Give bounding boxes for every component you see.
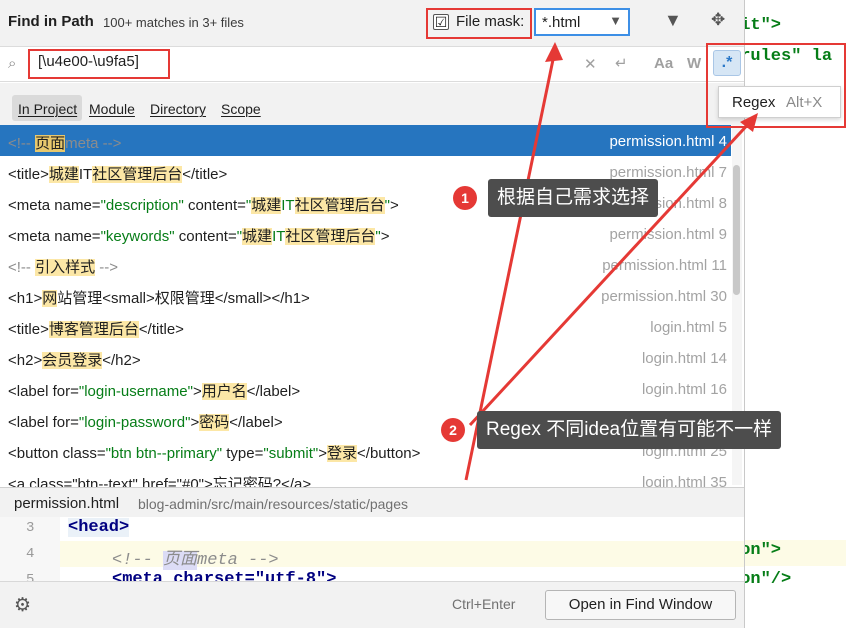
popup-title: Find in Path xyxy=(8,13,94,30)
file-mask-select[interactable]: *.html ▼ xyxy=(534,8,630,36)
result-location: login.html 35 xyxy=(641,474,727,487)
open-shortcut-hint: Ctrl+Enter xyxy=(452,596,516,612)
file-mask-checkbox[interactable]: ☑ xyxy=(433,14,449,30)
preview-line: <head> xyxy=(68,518,130,537)
annotation-callout-1: 根据自己需求选择 xyxy=(488,179,659,217)
match-count: 100+ matches in 3+ files xyxy=(103,15,244,30)
search-input[interactable]: [\u4e00-\u9fa5] xyxy=(38,53,139,70)
filter-icon[interactable]: ▼ xyxy=(664,10,682,31)
result-location: permission.html 30 xyxy=(601,288,727,305)
gear-icon[interactable]: ⚙ xyxy=(14,594,31,617)
annotation-callout-2: Regex 不同idea位置有可能不一样 xyxy=(477,411,782,449)
result-row[interactable]: <h2>会员登录</h2> login.html 14 xyxy=(0,342,731,373)
preview-file-path: blog-admin/src/main/resources/static/pag… xyxy=(138,496,409,512)
result-code: <button class="btn btn--primary" type="s… xyxy=(8,445,421,462)
annotation-badge-2: 2 xyxy=(441,418,465,442)
line-number: 4 xyxy=(26,546,35,562)
result-code: <h1>网站管理<small>权限管理</small></h1> xyxy=(8,290,310,307)
tooltip-label: Regex xyxy=(732,94,776,111)
result-code: <title>城建IT社区管理后台</title> xyxy=(8,166,228,183)
line-number: 5 xyxy=(26,572,35,581)
result-code: <!-- 页面meta --> xyxy=(8,135,122,152)
open-in-find-window-button[interactable]: Open in Find Window xyxy=(545,590,736,620)
result-code: <meta name="description" content="城建IT社区… xyxy=(8,197,399,214)
result-code: <label for="login-password">密码</label> xyxy=(8,414,283,431)
tooltip-shortcut: Alt+X xyxy=(786,94,823,111)
tab-in-project[interactable]: In Project xyxy=(18,101,77,117)
regex-tooltip: Regex Alt+X xyxy=(718,86,841,118)
result-code: <meta name="keywords" content="城建IT社区管理后… xyxy=(8,228,390,245)
whole-words-toggle[interactable]: W xyxy=(687,55,701,72)
result-row[interactable]: <title>博客管理后台</title> login.html 5 xyxy=(0,311,731,342)
result-row[interactable]: <!-- 引入样式 --> permission.html 11 xyxy=(0,249,731,280)
result-code: <a class="btn--text" href="#0">忘记密码?</a> xyxy=(8,476,312,487)
scope-tabs: In Project Module Directory Scope xyxy=(0,83,744,125)
preview-line: <!-- 页面meta --> xyxy=(112,551,279,570)
result-code: <!-- 引入样式 --> xyxy=(8,259,119,276)
result-code: <title>博客管理后台</title> xyxy=(8,321,184,338)
tab-scope[interactable]: Scope xyxy=(221,101,261,117)
new-line-icon[interactable]: ↵ xyxy=(615,54,628,72)
result-row[interactable]: <a class="btn--text" href="#0">忘记密码?</a>… xyxy=(0,466,731,487)
popup-footer: ⚙ Ctrl+Enter Open in Find Window xyxy=(0,581,744,628)
preview-file-name: permission.html xyxy=(14,495,120,512)
file-mask-value: *.html xyxy=(542,14,581,31)
match-case-toggle[interactable]: Aa xyxy=(654,55,673,72)
result-row[interactable]: <!-- 页面meta --> permission.html 4 xyxy=(0,125,731,156)
preview-line: <meta charset="utf-8"> xyxy=(112,570,337,581)
result-location: permission.html 9 xyxy=(609,226,727,243)
clear-icon[interactable]: ✕ xyxy=(584,55,597,73)
find-in-path-popup: Find in Path 100+ matches in 3+ files ☑ … xyxy=(0,0,745,628)
tab-module[interactable]: Module xyxy=(89,101,135,117)
result-location: login.html 16 xyxy=(641,381,727,398)
preview-path-bar: permission.html blog-admin/src/main/reso… xyxy=(0,487,744,517)
file-mask-label[interactable]: File mask: xyxy=(456,13,524,30)
search-icon: ⌕ xyxy=(8,55,17,72)
line-number: 3 xyxy=(26,520,35,536)
result-code: <h2>会员登录</h2> xyxy=(8,352,141,369)
result-location: login.html 14 xyxy=(641,350,727,367)
result-location: permission.html 4 xyxy=(609,133,727,150)
tab-directory[interactable]: Directory xyxy=(150,101,206,117)
annotation-badge-1: 1 xyxy=(453,186,477,210)
result-location: login.html 5 xyxy=(650,319,727,336)
result-row[interactable]: <h1>网站管理<small>权限管理</small></h1> permissi… xyxy=(0,280,731,311)
chevron-down-icon: ▼ xyxy=(609,13,622,28)
search-row: ⌕ [\u4e00-\u9fa5] ✕ ↵ Aa W xyxy=(0,46,744,82)
scroll-thumb[interactable] xyxy=(733,165,740,295)
result-row[interactable]: <meta name="keywords" content="城建IT社区管理后… xyxy=(0,218,731,249)
result-code: <label for="login-username">用户名</label> xyxy=(8,383,301,400)
pin-icon[interactable]: ✥ xyxy=(711,10,725,30)
code-preview[interactable]: 3 4 5 <head> <!-- 页面meta --> <meta chars… xyxy=(0,517,744,581)
popup-header[interactable]: Find in Path 100+ matches in 3+ files ☑ … xyxy=(0,0,744,46)
result-location: permission.html 11 xyxy=(602,257,727,274)
result-row[interactable]: <label for="login-username">用户名</label> l… xyxy=(0,373,731,404)
